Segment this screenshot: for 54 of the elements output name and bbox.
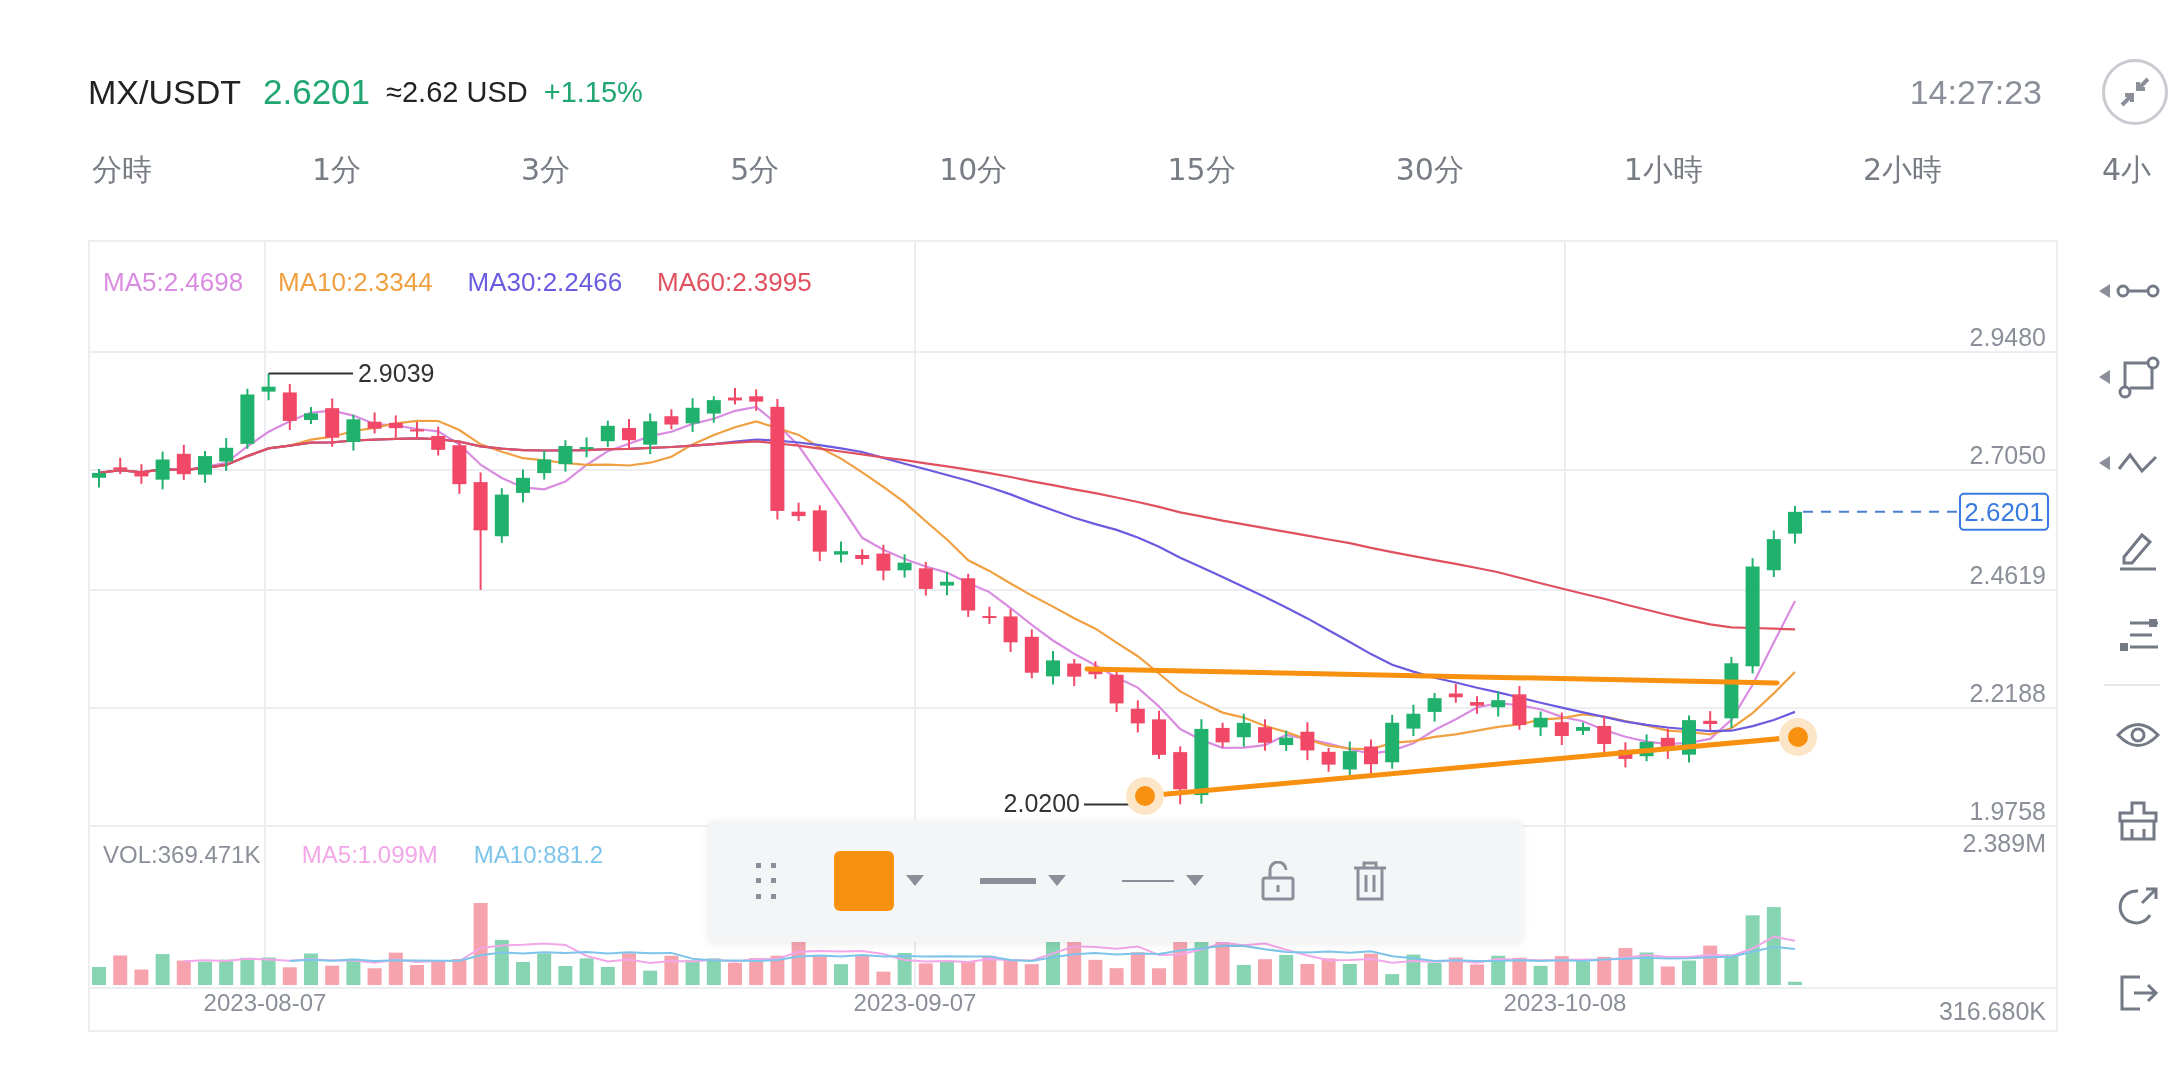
- interval-tab[interactable]: 2小時: [1862, 149, 1943, 191]
- last-price: 2.6201: [263, 72, 371, 112]
- eye-icon[interactable]: [2116, 720, 2160, 750]
- caret-icon: [906, 875, 924, 887]
- interval-tab[interactable]: 分時: [92, 149, 152, 191]
- caret-icon: [2098, 284, 2110, 298]
- low-price-label: 2.0200: [1003, 789, 1080, 818]
- thin-line-icon: [1122, 879, 1174, 883]
- moving-average-legend: MA5:2.4698: [103, 267, 244, 297]
- trend-line[interactable]: [1084, 666, 1780, 686]
- color-picker-button[interactable]: [834, 851, 924, 911]
- interval-tab[interactable]: 4小: [2102, 149, 2152, 191]
- line-style-button[interactable]: [1122, 875, 1204, 887]
- price-axis-label: 2.9480: [1969, 323, 2046, 351]
- last-price-tag: 2.6201: [1959, 492, 2049, 531]
- caret-icon: [1186, 875, 1204, 887]
- caret-icon: [2098, 370, 2110, 384]
- usd-value: ≈2.62 USD: [386, 75, 528, 109]
- price-change: +1.15%: [543, 75, 643, 109]
- unlock-icon[interactable]: [1260, 861, 1296, 901]
- volume-axis-label: 316.680K: [1938, 997, 2046, 1025]
- interval-tab[interactable]: 1小時: [1623, 149, 1703, 191]
- caret-icon: [1048, 875, 1066, 887]
- price-axis-label: 2.4619: [1969, 561, 2046, 589]
- moving-average-legend: MA10:2.3344: [278, 267, 433, 297]
- moving-average-legend: MA30:2.2466: [467, 267, 623, 297]
- clock-time: 14:27:23: [1909, 72, 2042, 112]
- date-axis-label: 2023-08-07: [203, 989, 327, 1016]
- interval-tab[interactable]: 15分: [1167, 149, 1236, 191]
- price-axis-label: 2.2188: [1969, 679, 2046, 707]
- line-width-button[interactable]: [980, 875, 1066, 887]
- moving-average-legend: MA60:2.3995: [657, 267, 812, 297]
- pair-name: MX/USDT: [88, 72, 241, 112]
- high-price-label: 2.9039: [358, 359, 435, 388]
- drag-handle-icon[interactable]: [754, 861, 778, 901]
- shape-tool-icon[interactable]: [2116, 355, 2160, 399]
- interval-tab[interactable]: 5分: [730, 149, 780, 191]
- volume-legend: MA5:1.099M: [301, 841, 438, 868]
- interval-tab[interactable]: 3分: [521, 149, 571, 191]
- caret-icon: [2098, 456, 2110, 470]
- volume-axis-label: 2.389M: [1962, 829, 2046, 857]
- trash-icon[interactable]: [1352, 860, 1388, 902]
- brush-icon[interactable]: [2116, 799, 2160, 843]
- interval-tab[interactable]: 1分: [312, 149, 362, 191]
- date-axis-label: 2023-09-07: [853, 989, 977, 1016]
- collapse-icon: [2118, 75, 2152, 109]
- trend-line[interactable]: [1126, 718, 1817, 815]
- interval-tab[interactable]: 30分: [1395, 149, 1464, 191]
- volume-legend: VOL:369.471K: [103, 841, 261, 868]
- price-axis-label: 2.7050: [1969, 441, 2046, 469]
- volume-legend: MA10:881.2: [473, 841, 604, 868]
- price-axis-label: 1.9758: [1969, 797, 2046, 825]
- date-axis-label: 2023-10-08: [1503, 989, 1627, 1016]
- interval-tab[interactable]: 10分: [939, 149, 1008, 191]
